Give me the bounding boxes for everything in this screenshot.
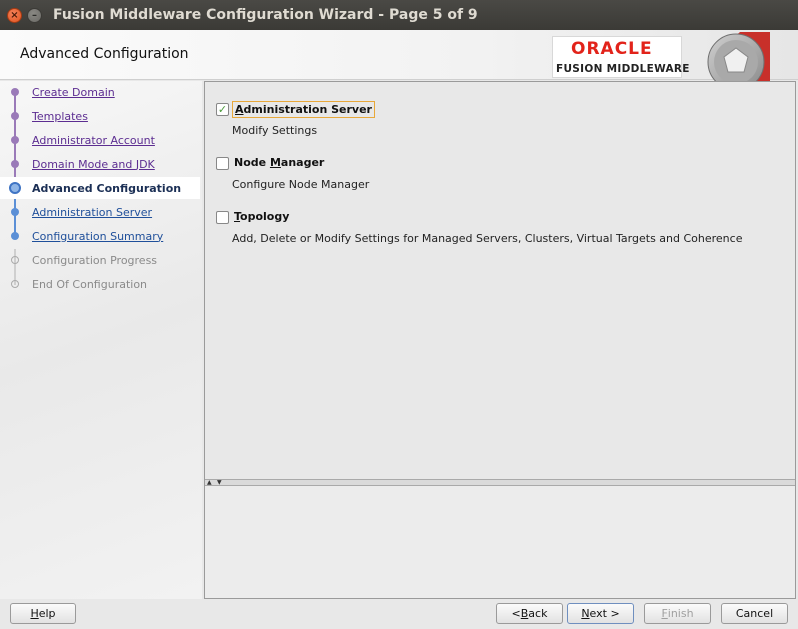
window-title: Fusion Middleware Configuration Wizard -… bbox=[53, 7, 478, 23]
cancel-button[interactable]: Cancel bbox=[721, 603, 788, 624]
wizard-steps-nav: Create Domain Templates Administrator Ac… bbox=[0, 81, 202, 599]
minimize-icon[interactable]: – bbox=[27, 8, 42, 23]
nav-step-label: Administration Server bbox=[32, 205, 153, 219]
page-title: Advanced Configuration bbox=[20, 46, 189, 62]
nav-step-configuration-summary[interactable]: Configuration Summary bbox=[0, 225, 200, 247]
option-label[interactable]: Node Manager bbox=[232, 155, 326, 170]
step-visited-icon bbox=[11, 160, 19, 168]
step-visited-icon bbox=[11, 136, 19, 144]
option-label[interactable]: Topology bbox=[232, 209, 291, 224]
step-disabled-icon bbox=[11, 256, 19, 264]
nav-step-label: Administrator Account bbox=[32, 133, 155, 147]
topology-checkbox[interactable] bbox=[216, 211, 229, 224]
option-description: Modify Settings bbox=[232, 124, 318, 137]
nav-step-label: Advanced Configuration bbox=[32, 181, 182, 195]
nav-step-label: Templates bbox=[32, 109, 88, 123]
back-button[interactable]: < Back bbox=[496, 603, 563, 624]
step-visited-icon bbox=[11, 112, 19, 120]
nav-step-domain-mode-jdk[interactable]: Domain Mode and JDK bbox=[0, 153, 200, 175]
oracle-logo: ORACLE FUSION MIDDLEWARE bbox=[552, 36, 689, 78]
nav-step-label: Create Domain bbox=[32, 85, 115, 99]
oracle-seal-icon bbox=[707, 32, 770, 82]
oracle-logo-text: ORACLE bbox=[571, 39, 653, 59]
nav-step-advanced-configuration[interactable]: Advanced Configuration bbox=[0, 177, 200, 199]
node-manager-checkbox[interactable] bbox=[216, 157, 229, 170]
option-description: Add, Delete or Modify Settings for Manag… bbox=[232, 232, 743, 245]
next-button[interactable]: Next > bbox=[567, 603, 634, 624]
finish-button: Finish bbox=[644, 603, 711, 624]
nav-step-configuration-progress: Configuration Progress bbox=[0, 249, 200, 271]
content-panel: ✓ Administration Server Modify Settings … bbox=[204, 81, 796, 599]
nav-step-label: Domain Mode and JDK bbox=[32, 157, 155, 171]
checkmark-icon: ✓ bbox=[217, 103, 228, 116]
fusion-middleware-text: FUSION MIDDLEWARE bbox=[556, 63, 690, 75]
message-panel bbox=[205, 485, 795, 598]
help-button[interactable]: Help bbox=[10, 603, 76, 624]
nav-step-label: Configuration Progress bbox=[32, 253, 158, 267]
step-current-icon bbox=[9, 182, 21, 194]
option-description: Configure Node Manager bbox=[232, 178, 370, 191]
step-upcoming-icon bbox=[11, 208, 19, 216]
wizard-header: Advanced Configuration ORACLE FUSION MID… bbox=[0, 30, 798, 82]
nav-step-administrator-account[interactable]: Administrator Account bbox=[0, 129, 200, 151]
nav-step-templates[interactable]: Templates bbox=[0, 105, 200, 127]
option-label[interactable]: Administration Server bbox=[232, 101, 375, 118]
step-upcoming-icon bbox=[11, 232, 19, 240]
nav-step-label: Configuration Summary bbox=[32, 229, 164, 243]
window-titlebar: × – Fusion Middleware Configuration Wiza… bbox=[0, 0, 798, 30]
options-panel: ✓ Administration Server Modify Settings … bbox=[205, 82, 795, 480]
nav-step-label: End Of Configuration bbox=[32, 277, 148, 291]
nav-step-end-of-configuration: End Of Configuration bbox=[0, 273, 200, 295]
step-visited-icon bbox=[11, 88, 19, 96]
step-disabled-icon bbox=[11, 280, 19, 288]
nav-step-create-domain[interactable]: Create Domain bbox=[0, 81, 200, 103]
administration-server-checkbox[interactable]: ✓ bbox=[216, 103, 229, 116]
close-icon[interactable]: × bbox=[7, 8, 22, 23]
nav-step-administration-server[interactable]: Administration Server bbox=[0, 201, 200, 223]
